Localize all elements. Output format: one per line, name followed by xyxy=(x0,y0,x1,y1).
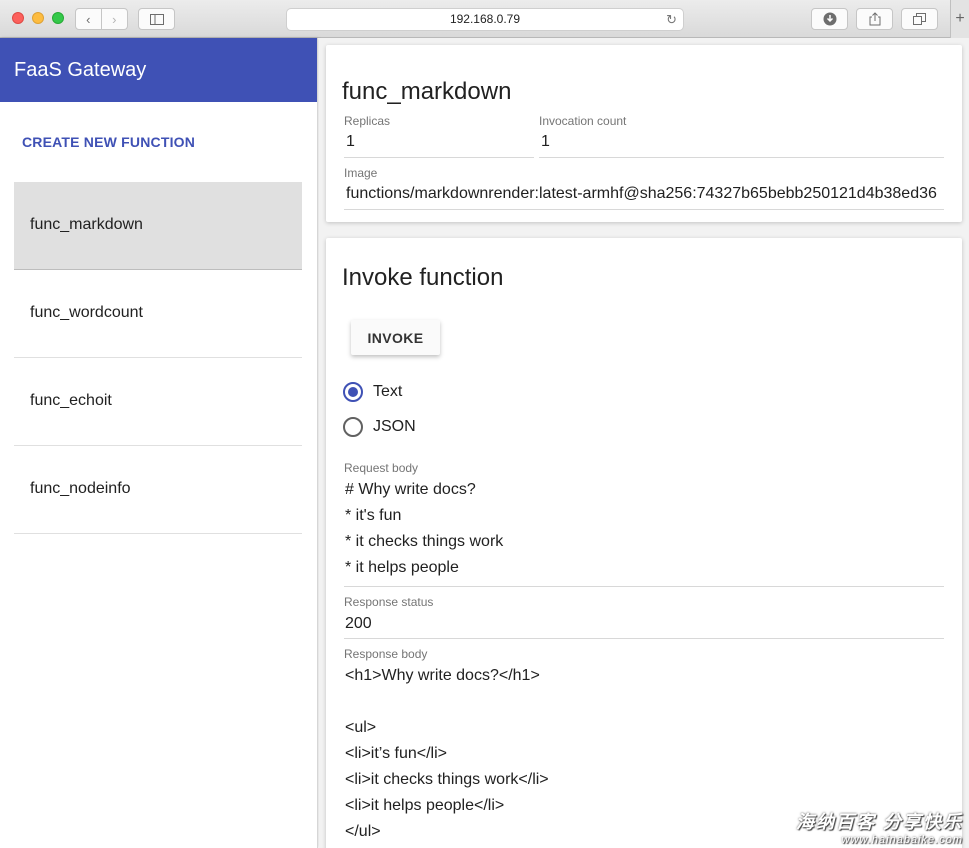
replicas-label: Replicas xyxy=(344,114,391,128)
share-button[interactable] xyxy=(856,8,893,30)
forward-button[interactable]: › xyxy=(101,8,128,30)
function-item-echoit[interactable]: func_echoit xyxy=(14,358,302,446)
chevron-right-icon: › xyxy=(112,11,117,27)
format-json-radio[interactable]: JSON xyxy=(343,417,416,437)
tabs-icon xyxy=(913,13,926,25)
request-body-input[interactable]: # Why write docs? * it's fun * it checks… xyxy=(345,477,944,581)
plus-icon: + xyxy=(955,10,965,27)
download-icon xyxy=(823,12,836,26)
invocation-count-label: Invocation count xyxy=(539,114,627,128)
request-body-underline xyxy=(344,586,944,587)
invoke-heading: Invoke function xyxy=(342,264,504,291)
close-window-button[interactable] xyxy=(12,12,24,24)
invoke-button[interactable]: INVOKE xyxy=(351,320,440,355)
back-button[interactable]: ‹ xyxy=(75,8,102,30)
invocation-count-value: 1 xyxy=(539,133,944,158)
app-title: FaaS Gateway xyxy=(0,38,317,102)
zoom-window-button[interactable] xyxy=(52,12,64,24)
radio-checked-icon xyxy=(343,382,363,402)
function-item-nodeinfo[interactable]: func_nodeinfo xyxy=(14,446,302,534)
response-status-label: Response status xyxy=(344,595,434,609)
history-nav: ‹ › xyxy=(75,8,128,30)
image-value: functions/markdownrender:latest-armhf@sh… xyxy=(344,185,944,210)
function-list: func_markdown func_wordcount func_echoit… xyxy=(14,182,302,534)
watermark-line1: 海纳百客 分享快乐 xyxy=(795,812,963,832)
replicas-value: 1 xyxy=(344,133,534,158)
function-details-card: func_markdown Replicas 1 Invocation coun… xyxy=(326,45,962,222)
new-tab-button[interactable]: + xyxy=(950,0,969,38)
invoke-function-card: Invoke function INVOKE Text JSON Request… xyxy=(326,238,962,848)
function-item-wordcount[interactable]: func_wordcount xyxy=(14,270,302,358)
image-label: Image xyxy=(344,166,378,180)
downloads-button[interactable] xyxy=(811,8,848,30)
watermark: 海纳百客 分享快乐 www.hainabaike.com xyxy=(796,808,963,846)
response-body-label: Response body xyxy=(344,647,428,661)
chevron-left-icon: ‹ xyxy=(86,11,91,27)
tabs-overview-button[interactable] xyxy=(901,8,938,30)
browser-toolbar: ‹ › 192.168.0.79 ↻ + xyxy=(0,0,969,38)
function-name-heading: func_markdown xyxy=(342,78,512,105)
minimize-window-button[interactable] xyxy=(32,12,44,24)
sidebar: FaaS Gateway CREATE NEW FUNCTION func_ma… xyxy=(0,38,318,848)
address-bar[interactable]: 192.168.0.79 ↻ xyxy=(286,8,684,31)
share-icon xyxy=(869,12,880,26)
format-text-label: Text xyxy=(373,383,403,400)
format-json-label: JSON xyxy=(373,418,416,435)
function-item-markdown[interactable]: func_markdown xyxy=(14,182,302,270)
watermark-line2: www.hainabaike.com xyxy=(841,834,963,846)
response-status-value: 200 xyxy=(345,615,372,632)
sidebar-toggle-button[interactable] xyxy=(138,8,175,30)
request-body-label: Request body xyxy=(344,461,419,475)
sidebar-icon xyxy=(149,13,164,25)
format-text-radio[interactable]: Text xyxy=(343,382,402,402)
response-status-underline xyxy=(344,638,944,639)
reload-icon[interactable]: ↻ xyxy=(666,9,677,30)
main-content: func_markdown Replicas 1 Invocation coun… xyxy=(319,38,969,848)
url-text: 192.168.0.79 xyxy=(449,12,521,26)
create-new-function-button[interactable]: CREATE NEW FUNCTION xyxy=(0,134,317,150)
radio-unchecked-icon xyxy=(343,417,363,437)
